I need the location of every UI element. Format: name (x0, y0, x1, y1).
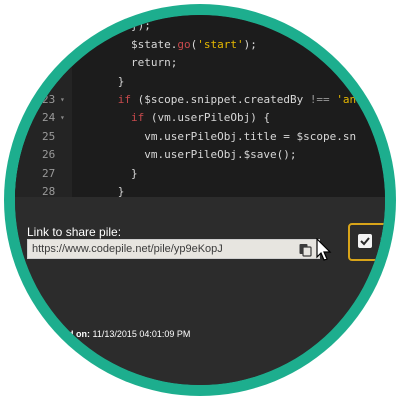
code-text: vm.userPileObj.title = $scope.sn (78, 127, 356, 146)
code-token: 'ano (336, 93, 363, 106)
code-text: } (78, 164, 138, 183)
created-value: 11/13/2015 04:01:09 PM (92, 329, 191, 339)
code-token: go (177, 37, 191, 51)
code-token: }); (78, 19, 151, 33)
code-token: $state. (78, 37, 178, 51)
code-token: ); (243, 37, 257, 51)
code-token: 'start' (197, 37, 244, 51)
line-number: 24 (42, 111, 56, 125)
created-label: ted on: (60, 329, 90, 339)
line-number: 25 (42, 129, 56, 143)
checkbox-checked-icon[interactable] (358, 234, 372, 248)
code-line: 25 vm.userPileObj.title = $scope.sn (15, 127, 385, 146)
code-text: vm.userPileObj.$save(); (78, 145, 297, 164)
code-text: if ($scope.snippet.createdBy !== 'ano (78, 90, 363, 109)
clipboard-copy-icon[interactable] (298, 243, 312, 257)
code-line: 27 } (15, 164, 385, 183)
code-line: 23 ▾ if ($scope.snippet.createdBy !== 'an… (15, 90, 385, 109)
code-token: } (78, 166, 138, 180)
screenshot-circle: type: "warning }); $state.go('start'); r… (15, 15, 385, 385)
line-number: 23 (42, 93, 56, 106)
line-number: 26 (42, 148, 56, 162)
code-token: if (117, 93, 131, 106)
code-token: if (130, 111, 145, 125)
code-token: vm.userPileObj.$save(); (78, 148, 297, 162)
code-token: vm.userPileObj.title = $scope.sn (78, 129, 357, 143)
created-timestamp: ted on: 11/13/2015 04:01:09 PM (60, 329, 190, 339)
code-text: $state.go('start'); (78, 35, 257, 54)
code-token: } (78, 74, 125, 88)
mouse-pointer-icon (315, 237, 333, 262)
code-line: }); (15, 16, 385, 35)
share-link-label: Link to share pile: (27, 225, 122, 239)
line-number: 27 (42, 166, 56, 180)
share-url-field[interactable]: https://www.codepile.net/pile/yp9eKopJ (27, 239, 320, 259)
code-token: return; (78, 56, 178, 70)
code-text: } (78, 72, 125, 91)
code-text: }); (78, 16, 151, 35)
code-line: } (15, 72, 385, 91)
code-line: 26 vm.userPileObj.$save(); (15, 145, 385, 164)
code-token: !== (309, 93, 330, 106)
code-line: 24 ▾ if (vm.userPileObj) { (15, 108, 385, 127)
share-url-text[interactable]: https://www.codepile.net/pile/yp9eKopJ (32, 243, 223, 255)
readonly-label: Re (380, 236, 385, 248)
fold-arrow-icon[interactable]: ▾ (60, 108, 65, 127)
code-line: return; (15, 53, 385, 72)
code-text: if (vm.userPileObj) { (78, 108, 270, 127)
code-text: return; (78, 53, 177, 72)
code-token: (vm.userPileObj) { (144, 111, 271, 125)
share-panel: Link to share pile: https://www.codepile… (15, 197, 385, 385)
code-line: $state.go('start'); (15, 35, 385, 54)
readonly-toggle[interactable]: Re (348, 223, 385, 261)
code-editor[interactable]: type: "warning }); $state.go('start'); r… (15, 15, 385, 235)
code-token: ($scope.snippet.createdBy (131, 93, 310, 106)
fold-arrow-icon[interactable]: ▾ (60, 90, 65, 109)
